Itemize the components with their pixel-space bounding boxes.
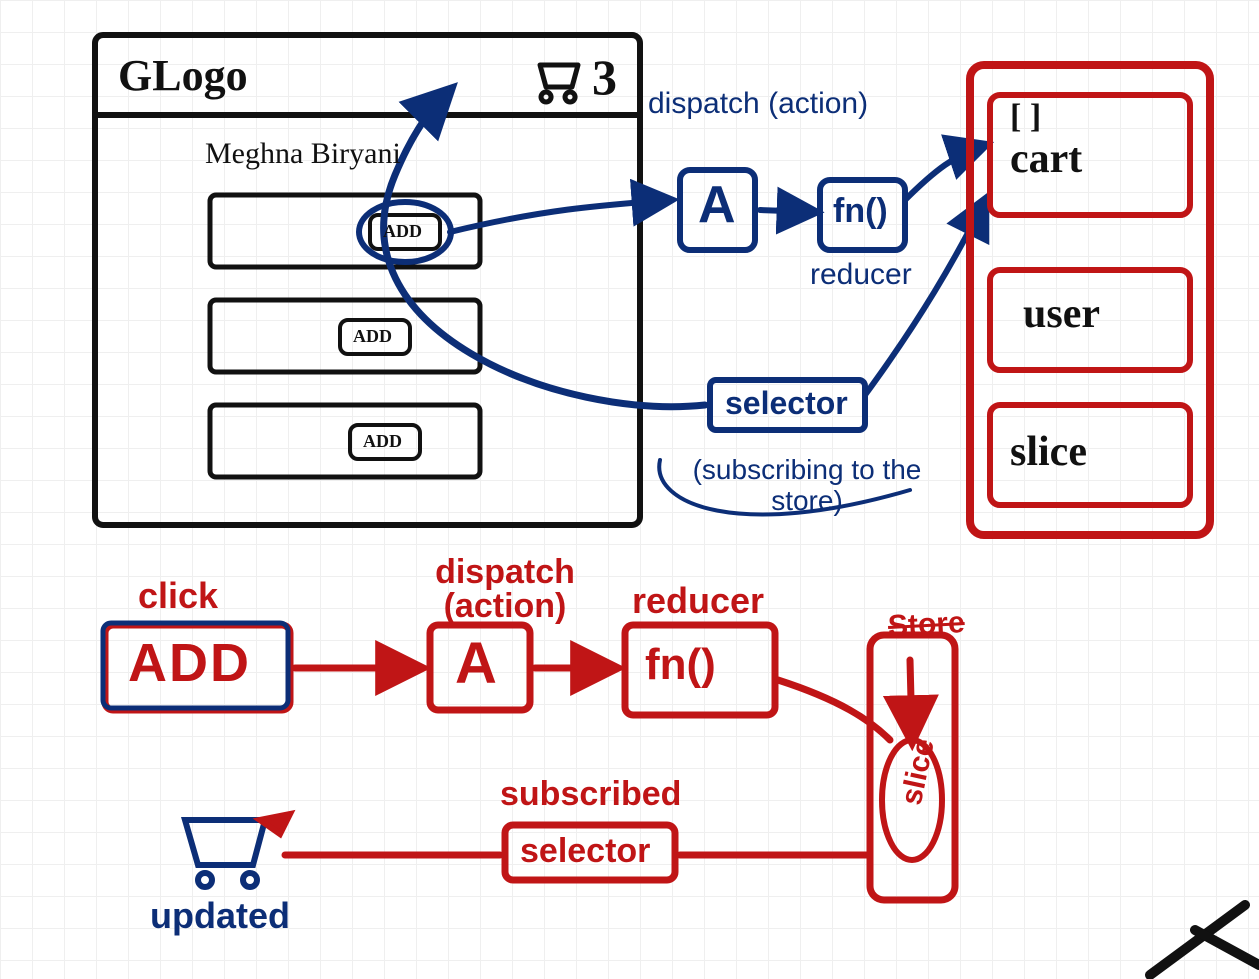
recap-reducer-fn: fn() [645,640,716,690]
logo-text: GLogo [118,50,248,101]
store-slice: slice [1010,428,1087,476]
recap-action-a: A [455,630,497,697]
recap-add[interactable]: ADD [128,632,251,694]
store-user: user [1023,290,1100,338]
recap-subscribed: subscribed [500,775,681,814]
subscribe-note: (subscribing to the store) [677,455,937,517]
reducer-fn: fn() [833,192,888,231]
recap-dispatch: dispatch (action) [405,555,605,623]
dispatch-label: dispatch (action) [648,88,868,120]
action-symbol: A [698,175,736,235]
product-title: Meghna Biryani [205,137,401,171]
cart-count: 3 [592,48,617,106]
selector-label: selector [725,385,848,422]
cart-items-icon: [ ] [1010,98,1041,136]
recap-store: Store [887,606,965,644]
store-cart: cart [1010,135,1082,183]
add-button-3[interactable]: ADD [363,431,402,452]
recap-updated: updated [150,895,290,937]
add-button-1[interactable]: ADD [383,221,422,242]
recap-reducer-label: reducer [632,580,764,622]
reducer-label: reducer [810,258,912,292]
diagram-canvas: GLogo 3 Meghna Biryani ADD ADD ADD dispa… [0,0,1259,979]
recap-click: click [138,575,218,617]
recap-selector: selector [520,832,650,871]
add-button-2[interactable]: ADD [353,326,392,347]
